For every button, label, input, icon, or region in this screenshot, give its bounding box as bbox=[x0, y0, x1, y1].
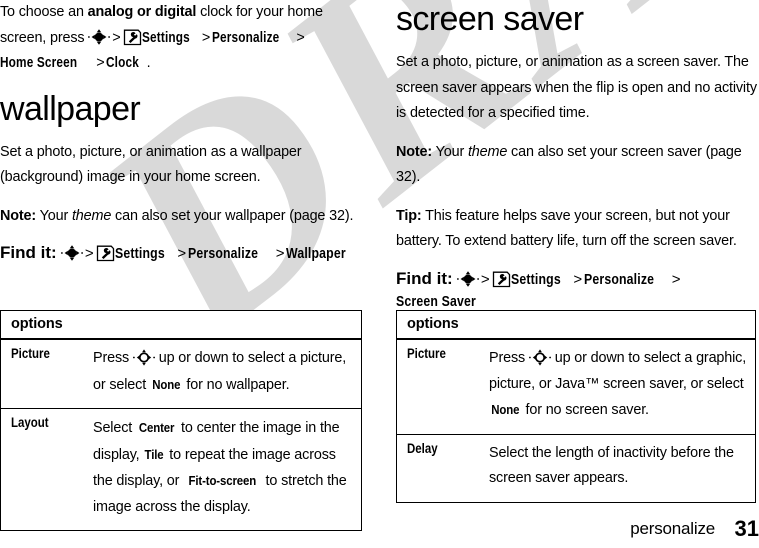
screen-saver-description: Set a photo, picture, or animation as a … bbox=[396, 54, 757, 121]
note-text-before: Your bbox=[36, 207, 72, 224]
options-header-label: options bbox=[0, 310, 362, 340]
option-key-picture: Picture bbox=[396, 338, 489, 435]
intro-bold-clock-type: analog or digital bbox=[87, 4, 197, 20]
right-column: screen saver Set a photo, picture, or an… bbox=[396, 0, 759, 331]
wallpaper-options-table-wrapper: options Picture Press up or down to sele… bbox=[0, 310, 362, 531]
navigation-key-icon bbox=[528, 349, 551, 366]
options-header-label: options bbox=[396, 310, 756, 340]
option-fit-to-screen: Fit-to-screen bbox=[188, 473, 257, 488]
option-key-layout: Layout bbox=[0, 408, 93, 531]
path-settings-2: Settings bbox=[114, 245, 165, 262]
path-settings-3: Settings bbox=[510, 270, 561, 288]
option-tile: Tile bbox=[144, 446, 164, 462]
intro-period: . bbox=[146, 55, 151, 71]
find-it-label: Find it: bbox=[0, 243, 57, 262]
option-value-picture: Press up or down to select a picture, or… bbox=[93, 338, 362, 409]
navigation-key-icon bbox=[88, 28, 111, 45]
option-none: None bbox=[491, 402, 520, 417]
intro-paragraph: To choose an analog or digital clock for… bbox=[0, 0, 365, 77]
note-text-before: Your bbox=[432, 143, 468, 160]
option-key-picture: Picture bbox=[0, 338, 93, 409]
option-center: Center bbox=[138, 420, 175, 435]
path-wallpaper: Wallpaper bbox=[286, 245, 347, 262]
table-header-row: options bbox=[396, 310, 756, 340]
path-personalize-1: Personalize bbox=[212, 29, 280, 46]
navigation-key-icon bbox=[456, 270, 479, 287]
path-clock: Clock bbox=[106, 55, 140, 71]
table-row: Picture Press up or down to select a pic… bbox=[0, 338, 362, 409]
wallpaper-heading: wallpaper bbox=[0, 89, 141, 128]
wallpaper-note: Note: Your theme can also set your wallp… bbox=[0, 204, 365, 230]
screen-saver-options-table-wrapper: options Picture Press up or down to sele… bbox=[396, 310, 756, 503]
screen-saver-options-table: options Picture Press up or down to sele… bbox=[396, 310, 756, 503]
settings-wrench-icon bbox=[492, 271, 511, 288]
path-settings-1: Settings bbox=[141, 29, 190, 46]
table-row: Delay Select the length of inactivity be… bbox=[396, 433, 756, 503]
document-page: To choose an analog or digital clock for… bbox=[0, 0, 759, 548]
tip-label: Tip: bbox=[396, 207, 422, 224]
note-label: Note: bbox=[0, 207, 37, 224]
footer-page-number: 31 bbox=[734, 516, 759, 541]
option-none: None bbox=[152, 376, 181, 392]
note-italic-theme: theme bbox=[467, 143, 508, 160]
path-personalize-2: Personalize bbox=[188, 245, 259, 262]
table-header-row: options bbox=[0, 310, 362, 340]
note-italic-theme: theme bbox=[71, 207, 112, 224]
left-column: To choose an analog or digital clock for… bbox=[0, 0, 365, 283]
screen-saver-note: Note: Your theme can also set your scree… bbox=[396, 140, 759, 191]
footer-section-title: personalize bbox=[630, 519, 715, 538]
wallpaper-description: Set a photo, picture, or animation as a … bbox=[0, 143, 302, 186]
table-row: Picture Press up or down to select a gra… bbox=[396, 338, 756, 435]
option-value-delay: Select the length of inactivity before t… bbox=[489, 433, 756, 503]
note-label: Note: bbox=[396, 143, 433, 160]
intro-text-1: To choose an bbox=[0, 4, 88, 20]
option-value-picture: Press up or down to select a graphic, pi… bbox=[489, 338, 756, 435]
navigation-key-icon bbox=[132, 349, 155, 366]
option-key-delay: Delay bbox=[396, 433, 489, 503]
path-personalize-3: Personalize bbox=[584, 270, 655, 288]
note-text-after: can also set your wallpaper (page 32). bbox=[111, 207, 354, 224]
table-row: Layout Select Center to center the image… bbox=[0, 408, 362, 531]
settings-wrench-icon bbox=[123, 29, 142, 46]
screen-saver-tip: Tip: This feature helps save your screen… bbox=[396, 204, 759, 255]
page-footer: personalize 31 bbox=[0, 516, 759, 548]
navigation-key-icon bbox=[60, 245, 83, 261]
settings-wrench-icon bbox=[96, 245, 115, 262]
find-it-label: Find it: bbox=[396, 268, 453, 288]
screen-saver-find-it: Find it: > Settings > Personalize >Screen Sa… bbox=[396, 268, 759, 313]
option-value-layout: Select Center to center the image in the… bbox=[93, 408, 362, 531]
tip-text: This feature helps save your screen, but… bbox=[396, 207, 737, 250]
wallpaper-find-it: Find it: > Settings > Personalize > Wallpaper bbox=[0, 242, 365, 265]
path-home-screen: Home Screen bbox=[0, 55, 78, 71]
screen-saver-heading: screen saver bbox=[396, 0, 584, 38]
wallpaper-options-table: options Picture Press up or down to sele… bbox=[0, 310, 362, 531]
